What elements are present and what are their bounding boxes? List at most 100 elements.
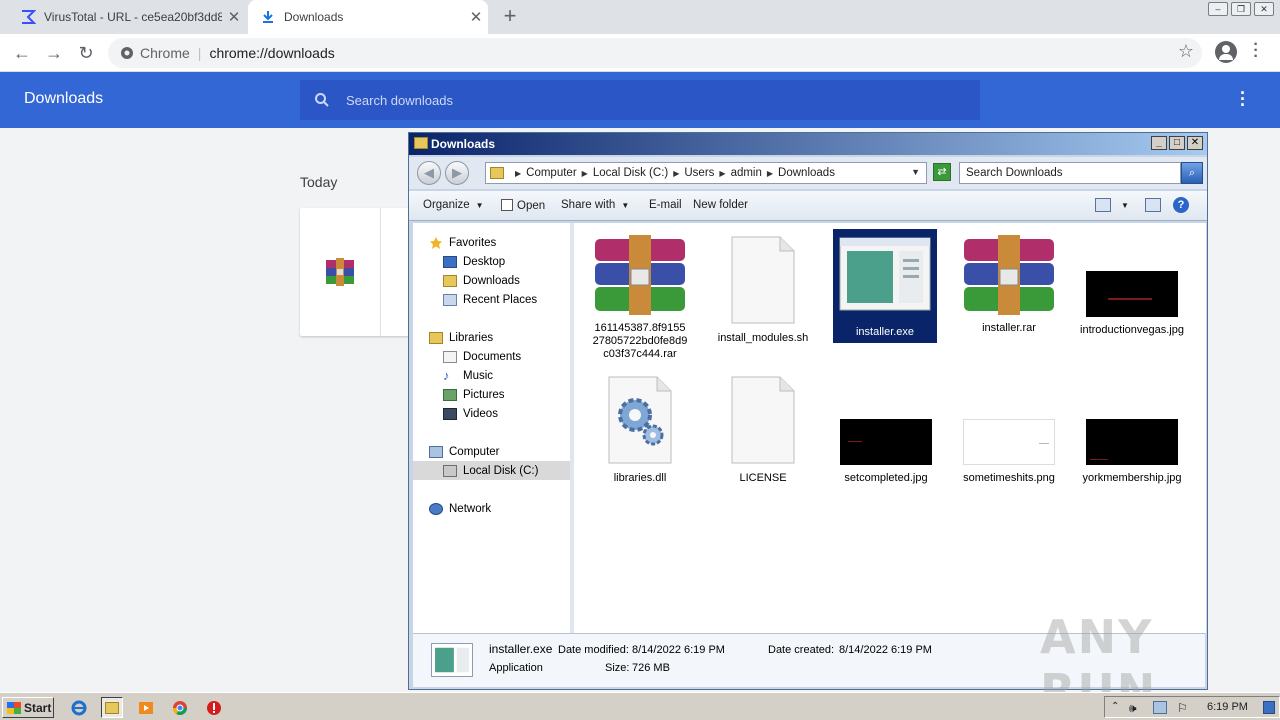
file-list-pane: 161145387.8f9155 27805722bd0fe8d9 c03f37…: [574, 223, 1206, 633]
nav-videos[interactable]: Videos: [443, 404, 498, 423]
chevron-right-icon[interactable]: ▶: [719, 169, 725, 178]
change-view-icon[interactable]: [1095, 198, 1111, 212]
file-item[interactable]: 161145387.8f9155 27805722bd0fe8d9 c03f37…: [588, 235, 692, 361]
chevron-down-icon: ▼: [475, 201, 484, 210]
nav-recent-places[interactable]: Recent Places: [443, 290, 537, 309]
breadcrumb-item[interactable]: Users: [684, 167, 714, 179]
chevron-right-icon[interactable]: ▶: [582, 169, 588, 178]
explorer-window: Downloads _ □ ✕ ◀ ▶ ▶ Computer ▶ Local D…: [408, 132, 1208, 690]
forward-icon[interactable]: →: [42, 41, 66, 65]
nav-desktop[interactable]: Desktop: [443, 252, 505, 271]
media-player-icon[interactable]: [135, 697, 157, 718]
profile-avatar-icon[interactable]: [1215, 41, 1237, 63]
refresh-icon[interactable]: ⇄: [933, 163, 951, 181]
bookmark-star-icon[interactable]: ☆: [1178, 41, 1194, 62]
nav-libraries[interactable]: Libraries: [429, 328, 493, 347]
back-icon[interactable]: ←: [10, 41, 34, 65]
search-input[interactable]: Search Downloads: [959, 162, 1181, 184]
file-item[interactable]: installer.exe: [833, 229, 937, 343]
open-button[interactable]: Open: [501, 199, 545, 212]
blank-file-icon: [731, 236, 795, 324]
show-desktop-icon[interactable]: [1263, 701, 1275, 714]
libraries-icon: [429, 331, 443, 344]
file-item[interactable]: installer.rar: [957, 235, 1061, 335]
nav-favorites[interactable]: Favorites: [429, 233, 496, 252]
close-window-button[interactable]: ✕: [1187, 136, 1203, 150]
file-item[interactable]: introductionvegas.jpg: [1080, 271, 1184, 337]
help-icon[interactable]: ?: [1173, 197, 1189, 213]
nav-label: Libraries: [449, 331, 494, 344]
tab-title: VirusTotal - URL - ce5ea20bf3dd86a: [44, 10, 222, 24]
breadcrumb-item[interactable]: admin: [731, 167, 762, 179]
size-label: Size:: [605, 662, 630, 674]
windows-logo-icon: [7, 701, 21, 714]
minimize-button[interactable]: _: [1151, 136, 1167, 150]
email-button[interactable]: E-mail: [649, 199, 682, 211]
file-item[interactable]: LICENSE: [711, 375, 815, 485]
organize-button[interactable]: Organize ▼: [423, 199, 484, 211]
chrome-menu-icon[interactable]: · · ·: [1250, 37, 1262, 65]
url-text[interactable]: chrome://downloads: [209, 45, 334, 61]
file-item[interactable]: install_modules.sh: [711, 235, 815, 345]
chevron-down-icon[interactable]: ▼: [1121, 201, 1129, 210]
nav-local-disk[interactable]: Local Disk (C:): [413, 461, 570, 480]
search-downloads-field[interactable]: Search downloads: [300, 80, 980, 120]
breadcrumb-item[interactable]: Computer: [526, 167, 577, 179]
chevron-right-icon[interactable]: ▶: [515, 169, 521, 178]
file-name: LICENSE: [739, 472, 787, 484]
explorer-title-bar[interactable]: Downloads _ □ ✕: [409, 133, 1207, 155]
chevron-right-icon[interactable]: ▶: [673, 169, 679, 178]
more-options-icon[interactable]: · · ·: [1240, 84, 1246, 114]
nav-downloads[interactable]: Downloads: [443, 271, 520, 290]
close-tab-icon[interactable]: ✕: [464, 8, 488, 26]
back-icon[interactable]: ◀: [417, 161, 441, 185]
network-tray-icon[interactable]: [1153, 701, 1167, 714]
nav-music[interactable]: ♪ Music: [443, 366, 493, 385]
close-window-button[interactable]: ✕: [1254, 2, 1274, 16]
file-item[interactable]: setcompleted.jpg: [834, 419, 938, 485]
share-with-button[interactable]: Share with ▼: [561, 199, 629, 211]
omnibox-separator: |: [197, 45, 202, 61]
minimize-button[interactable]: –: [1208, 2, 1228, 16]
show-hidden-icons-icon[interactable]: ⌃: [1111, 701, 1125, 714]
volume-icon[interactable]: 🕪: [1129, 701, 1143, 715]
preview-pane-icon[interactable]: [1145, 198, 1161, 212]
new-folder-button[interactable]: New folder: [693, 199, 748, 211]
file-name: 161145387.8f9155 27805722bd0fe8d9 c03f37…: [592, 322, 688, 360]
tab-downloads[interactable]: Downloads ✕: [248, 0, 488, 34]
breadcrumb-item[interactable]: Downloads: [778, 167, 835, 179]
forward-icon[interactable]: ▶: [445, 161, 469, 185]
nav-computer[interactable]: Computer: [429, 442, 500, 461]
downloads-folder-icon: [443, 274, 457, 287]
breadcrumb[interactable]: ▶ Computer ▶ Local Disk (C:) ▶ Users ▶ a…: [485, 162, 927, 184]
stop-sign-icon[interactable]: [203, 697, 225, 718]
nav-label: Music: [463, 369, 494, 382]
restore-button[interactable]: ❐: [1231, 2, 1251, 16]
start-button[interactable]: Start: [2, 697, 54, 718]
chevron-right-icon[interactable]: ▶: [767, 169, 773, 178]
nav-documents[interactable]: Documents: [443, 347, 521, 366]
reload-icon[interactable]: ↻: [74, 41, 98, 65]
file-item[interactable]: sometimeshits.png: [957, 419, 1061, 485]
explorer-taskbar-icon[interactable]: [101, 697, 123, 718]
address-bar[interactable]: Chrome | chrome://downloads ☆: [108, 38, 1202, 68]
action-center-flag-icon[interactable]: ⚐: [1177, 701, 1191, 715]
new-tab-button[interactable]: +: [498, 5, 522, 29]
file-item[interactable]: yorkmembership.jpg: [1080, 419, 1184, 485]
search-placeholder: Search downloads: [346, 92, 453, 108]
chrome-taskbar-icon[interactable]: [169, 697, 191, 718]
chevron-down-icon[interactable]: ▼: [911, 167, 920, 177]
internet-explorer-icon[interactable]: [68, 697, 90, 718]
white-image-thumbnail: [963, 419, 1055, 465]
file-item[interactable]: libraries.dll: [588, 375, 692, 485]
tab-virustotal[interactable]: VirusTotal - URL - ce5ea20bf3dd86a ✕: [8, 0, 246, 34]
close-tab-icon[interactable]: ✕: [222, 8, 246, 26]
search-icon[interactable]: ⌕: [1181, 162, 1203, 184]
winrar-archive-icon: [326, 258, 354, 286]
breadcrumb-item[interactable]: Local Disk (C:): [593, 167, 668, 179]
maximize-button[interactable]: □: [1169, 136, 1185, 150]
nav-pictures[interactable]: Pictures: [443, 385, 505, 404]
nav-network[interactable]: Network: [429, 499, 491, 518]
open-label: Open: [517, 200, 546, 212]
folder-icon: [490, 167, 504, 179]
